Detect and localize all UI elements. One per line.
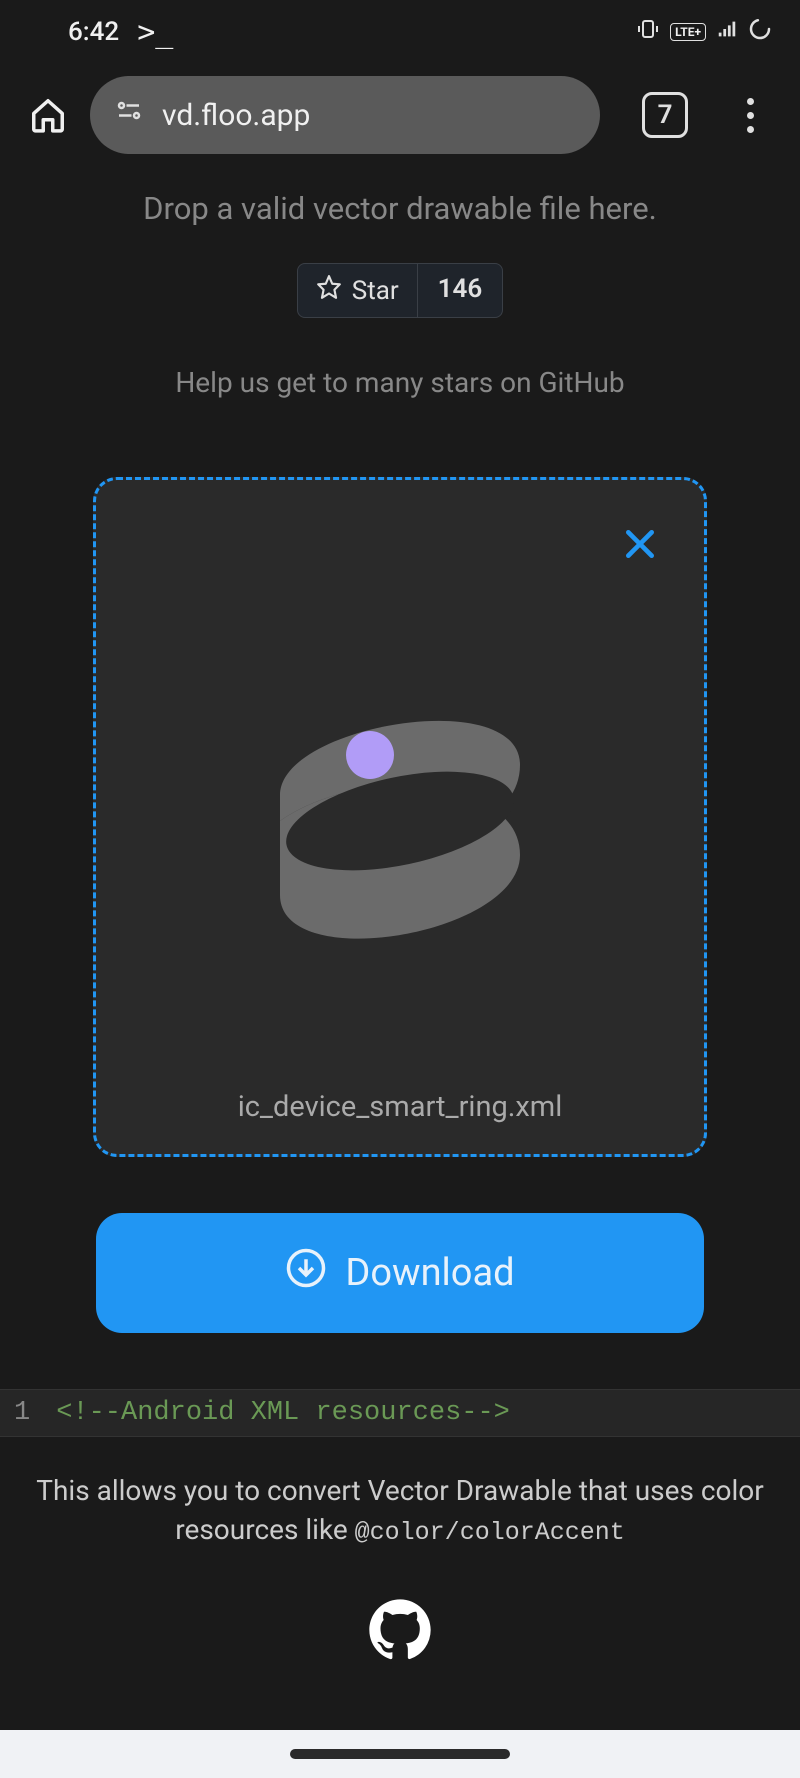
clock-time: 6:42 xyxy=(68,17,119,47)
star-icon xyxy=(316,274,342,307)
github-link[interactable] xyxy=(24,1598,776,1666)
line-number: 1 xyxy=(0,1398,56,1428)
url-bar[interactable]: vd.floo.app xyxy=(90,76,600,154)
signal-icon xyxy=(716,17,738,47)
description-text: This allows you to convert Vector Drawab… xyxy=(24,1471,776,1550)
code-content: <!--Android XML resources--> xyxy=(56,1398,510,1428)
close-button[interactable] xyxy=(620,524,660,564)
browser-toolbar: vd.floo.app 7 xyxy=(0,60,800,182)
site-settings-icon[interactable] xyxy=(114,98,144,132)
tab-count: 7 xyxy=(658,100,673,130)
download-label: Download xyxy=(345,1251,514,1295)
lte-badge: LTE+ xyxy=(670,23,706,41)
loading-spinner-icon xyxy=(748,17,772,48)
star-label: Star xyxy=(352,276,399,306)
help-text: Help us get to many stars on GitHub xyxy=(24,366,776,399)
system-nav-bar xyxy=(0,1730,800,1778)
drop-hint-text: Drop a valid vector drawable file here. xyxy=(24,190,776,227)
download-button[interactable]: Download xyxy=(96,1213,704,1333)
tabs-button[interactable]: 7 xyxy=(642,92,688,138)
code-block: 1 <!--Android XML resources--> xyxy=(0,1389,800,1437)
url-text: vd.floo.app xyxy=(162,98,310,133)
home-button[interactable] xyxy=(24,91,72,139)
filename-label: ic_device_smart_ring.xml xyxy=(238,1090,563,1154)
status-bar: 6:42 >_ LTE+ xyxy=(0,0,800,60)
github-icon xyxy=(368,1598,432,1666)
terminal-icon: >_ xyxy=(137,15,173,50)
github-star-button[interactable]: Star 146 xyxy=(297,263,503,318)
vector-preview xyxy=(96,480,704,1090)
drop-zone[interactable]: ic_device_smart_ring.xml xyxy=(93,477,707,1157)
download-icon xyxy=(285,1247,327,1299)
nav-pill[interactable] xyxy=(290,1749,510,1759)
overflow-menu-button[interactable] xyxy=(726,91,774,139)
vibrate-icon xyxy=(636,17,660,48)
star-count: 146 xyxy=(418,264,503,317)
